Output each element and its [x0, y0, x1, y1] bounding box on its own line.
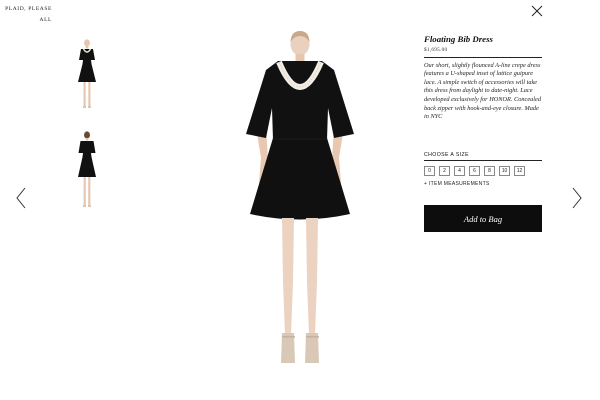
size-option-0[interactable]: 0 [424, 166, 435, 176]
chevron-right-icon [572, 187, 582, 209]
size-option-10[interactable]: 10 [499, 166, 510, 176]
size-option-2[interactable]: 2 [439, 166, 450, 176]
product-details-panel: Floating Bib Dress $1,695.00 Our short, … [424, 34, 542, 122]
product-description: Our short, slightly flounced A-line crep… [424, 61, 541, 121]
size-label: CHOOSE A SIZE [424, 152, 469, 158]
size-option-12[interactable]: 12 [514, 166, 525, 176]
nav-item-all[interactable]: ALL [40, 17, 53, 23]
next-arrow[interactable] [570, 186, 584, 210]
thumbnail-back[interactable] [70, 130, 104, 214]
thumbnail-front[interactable] [70, 38, 104, 120]
model-figure [246, 31, 354, 363]
chevron-left-icon [16, 187, 26, 209]
item-measurements-link[interactable]: + ITEM MEASUREMENTS [424, 181, 490, 187]
product-title: Floating Bib Dress [424, 34, 493, 44]
divider [424, 56, 542, 58]
size-option-8[interactable]: 8 [484, 166, 495, 176]
nav-item-plaid-please[interactable]: PLAID, PLEASE [5, 6, 52, 12]
close-icon [531, 5, 543, 17]
size-option-6[interactable]: 6 [469, 166, 480, 176]
prev-arrow[interactable] [14, 186, 28, 210]
divider [424, 160, 542, 161]
close-button[interactable] [530, 4, 544, 18]
add-to-bag-button[interactable]: Add to Bag [424, 205, 542, 232]
size-options: 0 2 4 6 8 10 12 [424, 166, 525, 176]
size-option-4[interactable]: 4 [454, 166, 465, 176]
thumbnail-back-image [78, 131, 96, 207]
thumbnail-front-image [78, 39, 96, 108]
product-price: $1,695.00 [424, 46, 448, 53]
main-product-image [238, 30, 362, 375]
